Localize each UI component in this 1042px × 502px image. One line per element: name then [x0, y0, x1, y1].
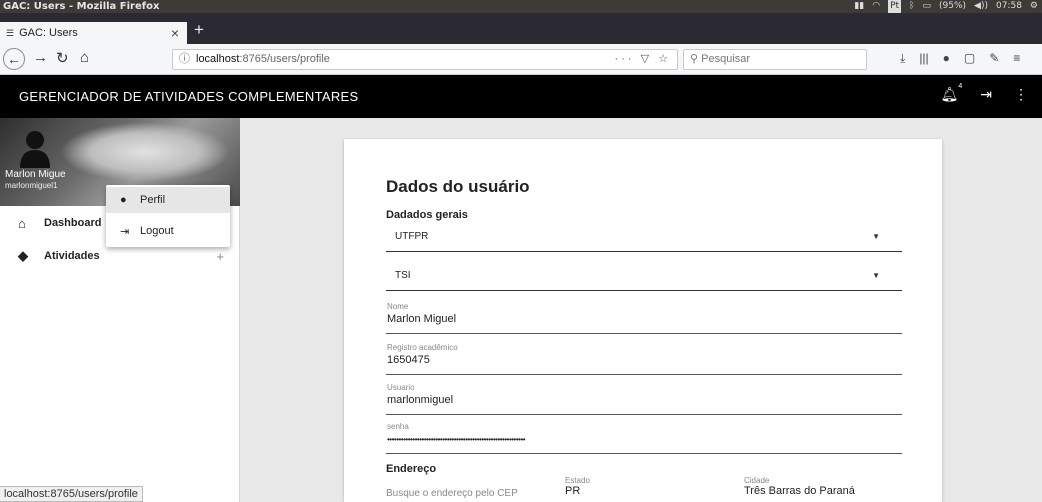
favicon-icon: ☰: [6, 27, 15, 38]
field-value: Três Barras do Paraná: [744, 485, 855, 497]
url-bar[interactable]: ⓘ localhost:8765/users/profile ··· ▽ ☆: [172, 49, 678, 70]
extension-icon[interactable]: ✎: [989, 51, 999, 66]
user-menu-dropdown: ● Perfil ⇥ Logout: [106, 185, 230, 247]
password-field[interactable]: senha ••••••••••••••••••••••••••••••••••…: [386, 422, 902, 454]
field-label: Usuario: [387, 383, 415, 392]
notification-badge: 4: [958, 83, 963, 90]
expand-icon[interactable]: +: [216, 249, 224, 264]
cep-search-label[interactable]: Busque o endereço pelo CEP: [386, 488, 518, 499]
field-value: Marlon Miguel: [387, 313, 457, 325]
header-actions: 🔔︎ 4 ⇥ ⋮: [940, 83, 1028, 103]
logout-header-icon[interactable]: ⇥: [980, 86, 992, 103]
field-label: Registro acadêmico: [387, 343, 458, 352]
bluetooth-icon[interactable]: ᛒ: [909, 0, 914, 13]
keyboard-icon[interactable]: ▮▮: [854, 0, 864, 13]
more-actions-icon[interactable]: ···: [615, 53, 635, 65]
reload-button[interactable]: ↻: [56, 49, 69, 67]
language-indicator[interactable]: Pt: [888, 0, 902, 13]
app-header: GERENCIADOR DE ATIVIDADES COMPLEMENTARES…: [0, 75, 1042, 118]
home-button[interactable]: ⌂: [80, 49, 89, 66]
avatar[interactable]: [18, 128, 52, 168]
battery-icon[interactable]: ▭: [922, 0, 931, 13]
field-label: senha: [387, 422, 409, 431]
pocket-icon[interactable]: ▽: [641, 53, 652, 65]
field-value: ••••••••••••••••••••••••••••••••••••••••…: [387, 435, 526, 444]
tag-icon: ◆: [18, 248, 28, 263]
home-icon: ⌂: [18, 215, 26, 231]
url-host: localhost: [196, 53, 240, 65]
window-title: GAC: Users - Mozilla Firefox: [3, 1, 160, 12]
field-value: PR: [565, 485, 581, 497]
field-value: marlonmiguel: [387, 394, 454, 406]
academic-record-field[interactable]: Registro acadêmico 1650475: [386, 343, 902, 375]
library-icon[interactable]: |||: [919, 51, 928, 66]
user-name: Marlon Migue: [5, 169, 66, 180]
clock[interactable]: 07:58: [996, 0, 1022, 13]
city-field[interactable]: Cidade Três Barras do Paraná: [744, 476, 855, 497]
field-label: Estado: [565, 476, 590, 485]
settings-gear-icon[interactable]: ⚙: [1030, 0, 1038, 13]
institution-value: UTFPR: [395, 231, 429, 242]
menu-item-label: Logout: [140, 225, 174, 237]
state-field[interactable]: Estado PR: [565, 476, 590, 497]
logout-icon: ⇥: [120, 225, 130, 238]
user-email: marlonmiguel1: [5, 181, 58, 190]
section-title-general: Dadados gerais: [386, 209, 468, 221]
field-label: Nome: [387, 302, 409, 311]
wifi-icon[interactable]: ◠: [872, 0, 880, 13]
search-icon: ⚲: [690, 53, 699, 65]
new-tab-button[interactable]: +: [194, 20, 204, 40]
app-title: GERENCIADOR DE ATIVIDADES COMPLEMENTARES: [19, 89, 359, 104]
more-vert-icon[interactable]: ⋮: [1014, 86, 1028, 103]
menu-item-label: Perfil: [140, 194, 166, 206]
adblock-icon[interactable]: ●: [943, 51, 950, 66]
username-field[interactable]: Usuario marlonmiguel: [386, 383, 902, 415]
system-tray: ▮▮ ◠ Pt ᛒ ▭ (95%) ◀)) 07:58 ⚙: [854, 0, 1038, 13]
bookmark-star-icon[interactable]: ☆: [658, 53, 671, 65]
sidebar: Marlon Migue marlonmiguel1 ⌂ Dashboard ◆…: [0, 118, 240, 502]
download-icon[interactable]: ⤓: [900, 51, 905, 66]
status-url: localhost:8765/users/profile: [0, 486, 143, 502]
url-path: :8765/users/profile: [239, 53, 330, 65]
search-placeholder: Pesquisar: [701, 53, 751, 65]
close-tab-icon[interactable]: ×: [171, 25, 179, 41]
forward-button[interactable]: →: [33, 49, 48, 66]
dropdown-caret-icon: ▼: [872, 232, 880, 241]
person-icon: ●: [120, 194, 127, 206]
course-select[interactable]: TSI ▼: [386, 263, 902, 291]
menu-icon[interactable]: ≡: [1013, 51, 1020, 66]
page-title: Dados do usuário: [386, 177, 530, 196]
search-input[interactable]: ⚲ Pesquisar: [683, 49, 867, 70]
back-button[interactable]: ←: [3, 48, 25, 70]
sidebar-item-label: Atividades: [44, 250, 100, 262]
name-field[interactable]: Nome Marlon Miguel: [386, 302, 902, 334]
toolbar-icons: ⤓ ||| ● ▢ ✎ ≡: [900, 51, 1020, 66]
field-label: Cidade: [744, 476, 770, 485]
browser-nav-bar: ← → ↻ ⌂ ⓘ localhost:8765/users/profile ··…: [0, 44, 1042, 75]
section-title-address: Endereço: [386, 463, 437, 475]
menu-item-logout[interactable]: ⇥ Logout: [106, 218, 230, 244]
tab-title: GAC: Users: [19, 27, 78, 39]
user-profile-card: Dados do usuário Dadados gerais UTFPR ▼ …: [344, 139, 942, 502]
graduation-cap-illustration: [60, 122, 230, 182]
institution-select[interactable]: UTFPR ▼: [386, 224, 902, 252]
os-title-bar: GAC: Users - Mozilla Firefox ▮▮ ◠ Pt ᛒ ▭…: [0, 0, 1042, 13]
menu-item-perfil[interactable]: ● Perfil: [106, 187, 230, 213]
browser-tab[interactable]: ☰ GAC: Users ×: [0, 22, 187, 44]
sidebar-item-label: Dashboard: [44, 217, 102, 229]
battery-percent: (95%): [939, 1, 967, 11]
notification-bell-icon[interactable]: 🔔︎ 4: [940, 83, 962, 103]
sidebar-toggle-icon[interactable]: ▢: [964, 51, 975, 66]
volume-icon[interactable]: ◀)): [974, 0, 988, 13]
info-icon[interactable]: ⓘ: [179, 53, 190, 65]
course-value: TSI: [395, 270, 411, 281]
browser-tab-bar: ☰ GAC: Users × +: [0, 13, 1042, 44]
dropdown-caret-icon: ▼: [872, 271, 880, 280]
page-actions: ··· ▽ ☆: [615, 50, 671, 69]
field-value: 1650475: [387, 354, 430, 366]
